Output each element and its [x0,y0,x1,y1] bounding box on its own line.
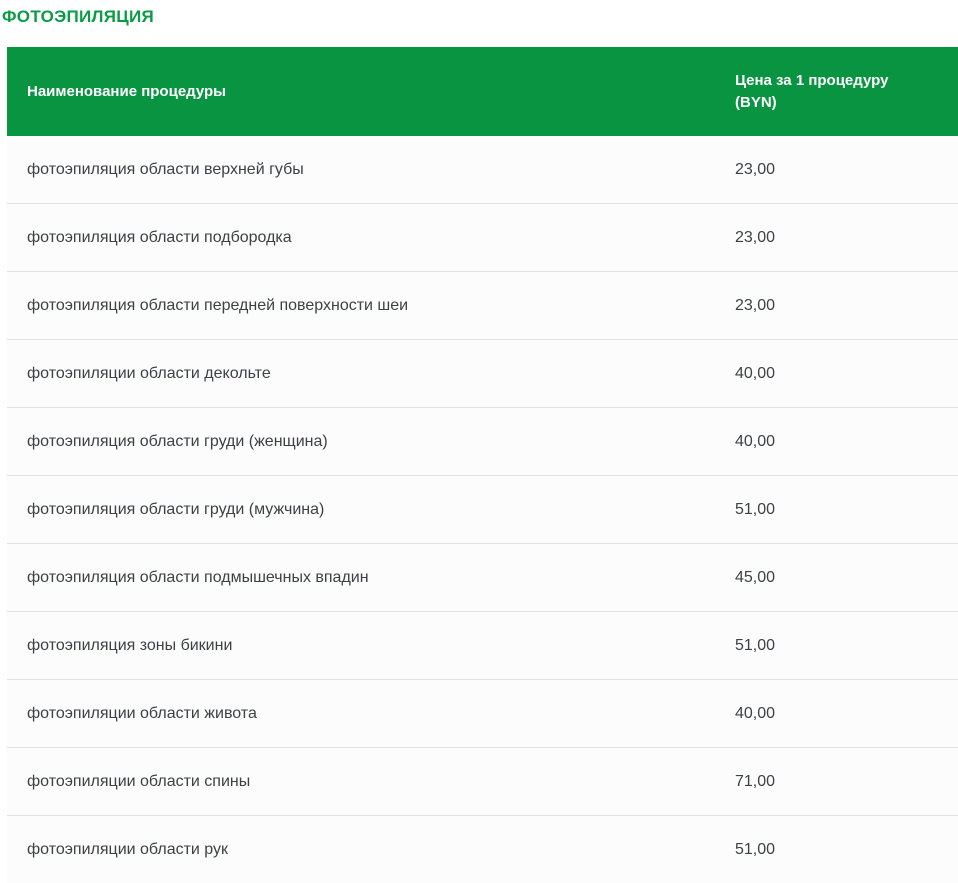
table-row: фотоэпиляция области передней поверхност… [7,271,958,339]
table-row: фотоэпиляция области груди (мужчина) 51,… [7,475,958,543]
price-table: Наименование процедуры Цена за 1 процеду… [7,47,958,883]
procedure-price: 23,00 [735,296,958,316]
procedure-price: 40,00 [735,704,958,724]
procedure-name: фотоэпиляция области подбородка [7,228,735,248]
procedure-price: 40,00 [735,364,958,384]
table-body: фотоэпиляция области верхней губы 23,00 … [7,136,958,883]
procedure-name: фотоэпиляция области подмышечных впадин [7,568,735,588]
table-row: фотоэпиляции области рук 51,00 [7,815,958,883]
procedure-name: фотоэпиляция области передней поверхност… [7,296,735,316]
column-header-procedure-name: Наименование процедуры [7,81,735,103]
procedure-price: 23,00 [735,160,958,180]
page-title: ФОТОЭПИЛЯЦИЯ [2,7,958,26]
table-row: фотоэпиляция области верхней губы 23,00 [7,136,958,203]
procedure-price: 23,00 [735,228,958,248]
table-row: фотоэпиляции области спины 71,00 [7,747,958,815]
column-header-price-label: Цена за 1 процедуру (BYN) [735,70,910,114]
procedure-name: фотоэпиляции области рук [7,840,735,860]
procedure-price: 45,00 [735,568,958,588]
table-row: фотоэпиляция области подмышечных впадин … [7,543,958,611]
column-header-price: Цена за 1 процедуру (BYN) [735,70,958,114]
table-row: фотоэпиляция зоны бикини 51,00 [7,611,958,679]
procedure-name: фотоэпиляции области живота [7,704,735,724]
procedure-price: 51,00 [735,636,958,656]
procedure-price: 40,00 [735,432,958,452]
procedure-price: 51,00 [735,840,958,860]
table-row: фотоэпиляция области подбородка 23,00 [7,203,958,271]
procedure-name: фотоэпиляция области верхней губы [7,160,735,180]
procedure-name: фотоэпиляция области груди (женщина) [7,432,735,452]
procedure-name: фотоэпиляция области груди (мужчина) [7,500,735,520]
procedure-price: 51,00 [735,500,958,520]
procedure-price: 71,00 [735,772,958,792]
procedure-name: фотоэпиляция зоны бикини [7,636,735,656]
table-header-row: Наименование процедуры Цена за 1 процеду… [7,47,958,136]
procedure-name: фотоэпиляции области спины [7,772,735,792]
table-row: фотоэпиляция области груди (женщина) 40,… [7,407,958,475]
table-row: фотоэпиляции области живота 40,00 [7,679,958,747]
table-row: фотоэпиляции области декольте 40,00 [7,339,958,407]
procedure-name: фотоэпиляции области декольте [7,364,735,384]
